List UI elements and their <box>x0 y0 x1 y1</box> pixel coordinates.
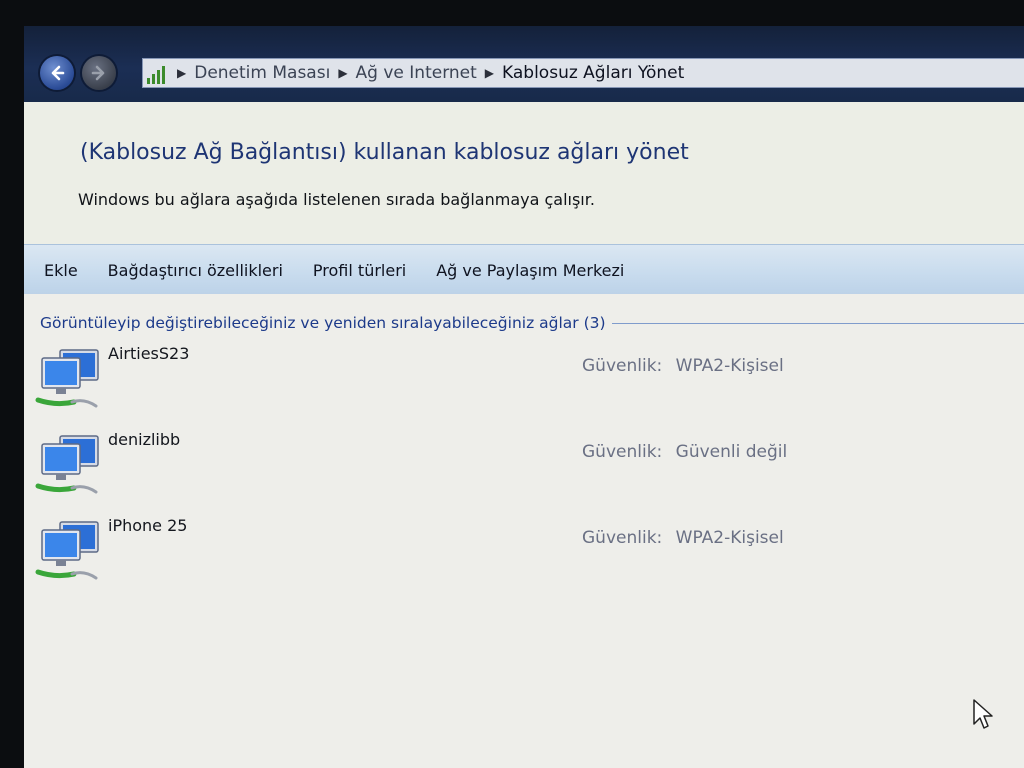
security-label: Güvenlik: <box>582 442 663 462</box>
breadcrumb-item-network-internet[interactable]: Ağ ve Internet <box>356 63 477 83</box>
network-security: Güvenlik: WPA2-Kişisel <box>582 356 784 376</box>
list-item[interactable]: denizlibb Güvenlik: Güvenli değil <box>24 428 1024 508</box>
group-header[interactable]: Görüntüleyip değiştirebileceğiniz ve yen… <box>40 314 1024 332</box>
screen: ▶ Denetim Masası ▶ Ağ ve Internet ▶ Kabl… <box>0 0 1024 768</box>
adapter-properties-button[interactable]: Bağdaştırıcı özellikleri <box>98 255 293 286</box>
navigation-bar: ▶ Denetim Masası ▶ Ağ ve Internet ▶ Kabl… <box>24 26 1024 102</box>
network-list-area: Görüntüleyip değiştirebileceğiniz ve yen… <box>24 294 1024 768</box>
back-button[interactable] <box>40 56 74 90</box>
forward-arrow-icon <box>91 65 105 81</box>
security-label: Güvenlik: <box>582 528 663 548</box>
list-item[interactable]: AirtiesS23 Güvenlik: WPA2-Kişisel <box>24 342 1024 422</box>
security-label: Güvenlik: <box>582 356 663 376</box>
address-bar[interactable]: ▶ Denetim Masası ▶ Ağ ve Internet ▶ Kabl… <box>142 58 1024 88</box>
page-header: (Kablosuz Ağ Bağlantısı) kullanan kablos… <box>24 102 1024 244</box>
breadcrumb-item-manage-wireless[interactable]: Kablosuz Ağları Yönet <box>502 63 684 83</box>
security-value: WPA2-Kişisel <box>675 528 784 548</box>
wireless-network-computer-icon <box>35 349 99 408</box>
wireless-network-computer-icon <box>35 521 99 580</box>
network-name: denizlibb <box>108 430 181 449</box>
forward-button[interactable] <box>82 56 116 90</box>
network-sharing-center-button[interactable]: Ağ ve Paylaşım Merkezi <box>426 255 634 286</box>
network-signal-icon <box>147 62 169 84</box>
page-title: (Kablosuz Ağ Bağlantısı) kullanan kablos… <box>80 140 689 165</box>
list-item[interactable]: iPhone 25 Güvenlik: WPA2-Kişisel <box>24 514 1024 594</box>
group-divider <box>611 322 1024 324</box>
control-panel-window: ▶ Denetim Masası ▶ Ağ ve Internet ▶ Kabl… <box>24 26 1024 768</box>
breadcrumb-item-control-panel[interactable]: Denetim Masası <box>194 63 330 83</box>
mouse-pointer-icon <box>973 699 993 729</box>
chevron-right-icon: ▶ <box>338 66 348 80</box>
back-arrow-icon <box>51 65 65 81</box>
wireless-network-computer-icon <box>35 435 99 494</box>
command-toolbar: Ekle Bağdaştırıcı özellikleri Profil tür… <box>24 244 1024 296</box>
chevron-right-icon: ▶ <box>484 66 495 80</box>
profile-types-button[interactable]: Profil türleri <box>303 255 416 286</box>
page-subtitle: Windows bu ağlara aşağıda listelenen sır… <box>78 190 595 209</box>
chevron-right-icon: ▶ <box>177 66 187 80</box>
network-name: AirtiesS23 <box>108 344 190 363</box>
network-security: Güvenlik: WPA2-Kişisel <box>582 528 784 548</box>
group-title: Görüntüleyip değiştirebileceğiniz ve yen… <box>40 314 606 332</box>
security-value: WPA2-Kişisel <box>675 356 784 376</box>
add-button[interactable]: Ekle <box>34 255 88 286</box>
security-value: Güvenli değil <box>675 442 788 462</box>
network-name: iPhone 25 <box>108 516 188 535</box>
network-security: Güvenlik: Güvenli değil <box>582 442 787 462</box>
